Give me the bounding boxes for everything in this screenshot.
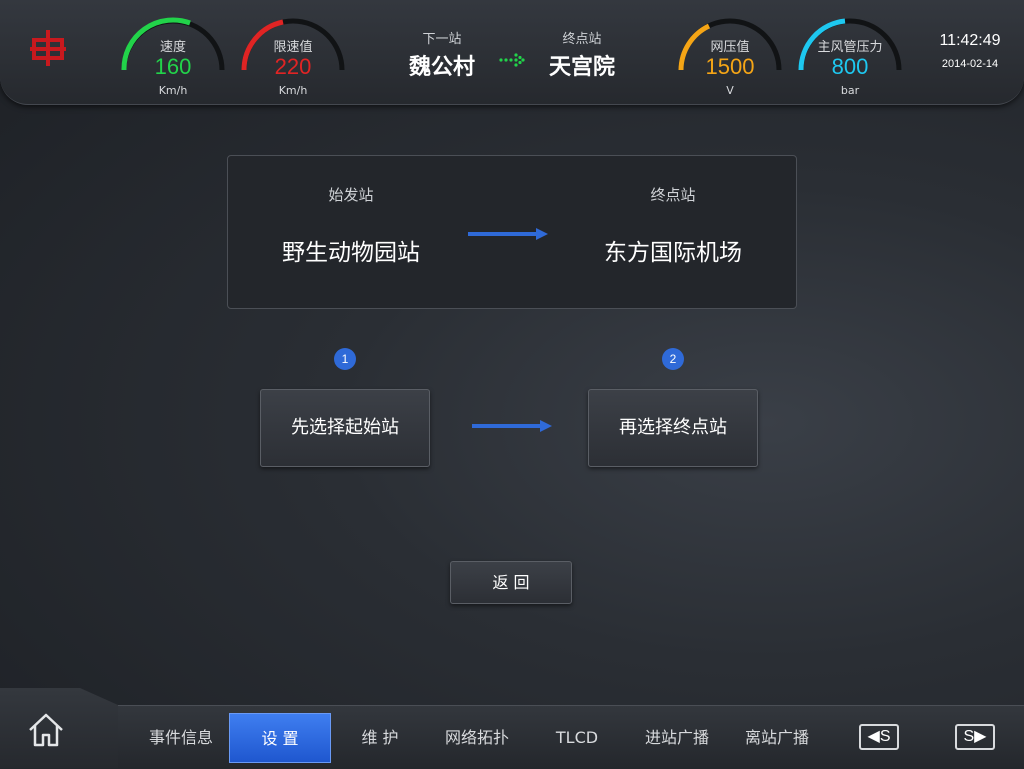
gauge-label: 主风管压力 <box>817 40 883 55</box>
back-button[interactable]: 返 回 <box>450 561 572 604</box>
gauge-unit: bar <box>840 84 860 97</box>
origin-label: 始发站 <box>328 186 374 204</box>
gauge-unit: Km/h <box>158 84 188 97</box>
gauge-value: 1500 <box>705 54 755 79</box>
line-voltage-gauge: 网压值 1500 V <box>675 14 785 104</box>
next-station: 下一站 魏公村 <box>392 28 492 81</box>
triangle-left-icon: ◀ <box>867 728 880 745</box>
terminal-station-label: 终点站 <box>562 32 602 47</box>
route-panel: 始发站 野生动物园站 终点站 东方国际机场 <box>227 155 797 309</box>
terminal-station: 终点站 天宫院 <box>532 28 632 81</box>
nav-settings[interactable]: 设 置 <box>229 713 331 763</box>
next-station-label: 下一站 <box>422 32 462 47</box>
gauge-value: 220 <box>274 54 312 79</box>
step-arrow-icon <box>472 420 552 432</box>
select-origin-button[interactable]: 先选择起始站 <box>260 389 430 467</box>
terminal-station-name: 天宫院 <box>548 55 615 80</box>
origin-station: 野生动物园站 <box>282 240 420 266</box>
step-2-badge: 2 <box>662 348 684 370</box>
clock-time: 11:42:49 <box>939 32 1001 49</box>
gauge-unit: Km/h <box>278 84 308 97</box>
gauge-label: 网压值 <box>710 40 750 55</box>
terminal-label: 终点站 <box>650 186 696 204</box>
gauge-value: 800 <box>831 54 869 79</box>
gauge-unit: V <box>726 84 734 97</box>
nav-event-info[interactable]: 事件信息 <box>140 716 222 760</box>
terminal-station-value: 东方国际机场 <box>604 240 742 266</box>
gauge-label: 限速值 <box>273 40 313 55</box>
clock: 11:42:49 2014-02-14 <box>930 32 1010 70</box>
dotted-arrow-right-icon <box>499 53 525 67</box>
prev-label: S <box>879 728 891 745</box>
prev-page-button[interactable]: ◀S <box>859 724 899 750</box>
nav-maintenance[interactable]: 维 护 <box>340 716 420 760</box>
next-page-button[interactable]: S▶ <box>955 724 995 750</box>
home-icon[interactable] <box>26 710 66 750</box>
nav-tlcd[interactable]: TLCD <box>540 716 614 760</box>
speed-gauge: 速度 160 Km/h <box>118 14 228 104</box>
top-status-bar: 速度 160 Km/h 限速值 220 Km/h 下一站 魏公村 终点站 天宫院… <box>0 0 1024 105</box>
cr-logo-icon <box>30 30 66 66</box>
gauge-value: 160 <box>154 54 192 79</box>
gauge-label: 速度 <box>159 40 186 55</box>
next-label: S <box>963 728 975 745</box>
nav-departure-broadcast[interactable]: 离站广播 <box>736 716 818 760</box>
nav-network-topology[interactable]: 网络拓扑 <box>436 716 518 760</box>
triangle-right-icon: ▶ <box>974 728 987 745</box>
route-arrow-icon <box>468 228 548 240</box>
speed-limit-gauge: 限速值 220 Km/h <box>238 14 348 104</box>
nav-arrival-broadcast[interactable]: 进站广播 <box>636 716 718 760</box>
next-station-name: 魏公村 <box>408 55 475 80</box>
step-1-badge: 1 <box>334 348 356 370</box>
clock-date: 2014-02-14 <box>941 58 999 70</box>
select-terminal-button[interactable]: 再选择终点站 <box>588 389 758 467</box>
main-air-pressure-gauge: 主风管压力 800 bar <box>795 14 905 104</box>
